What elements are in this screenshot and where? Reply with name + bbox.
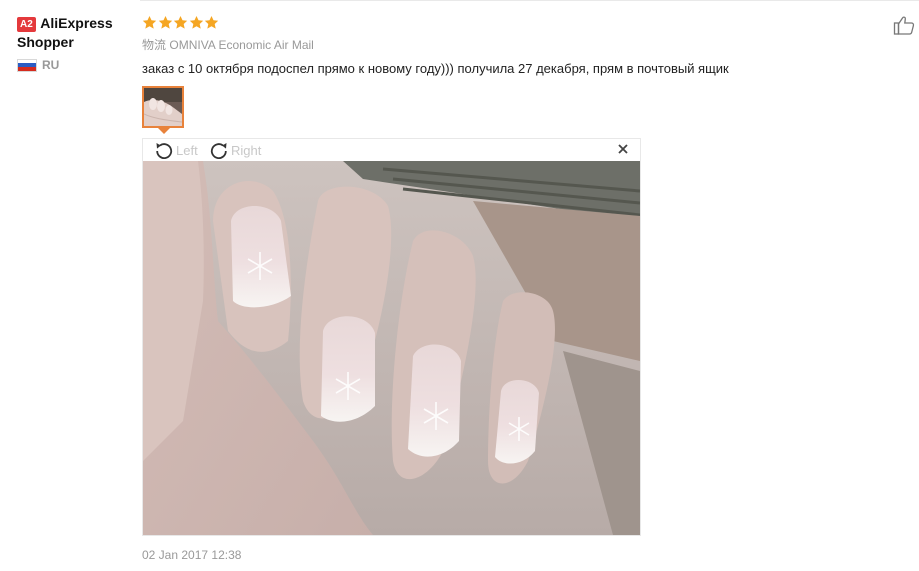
- rotate-left-button[interactable]: Left: [154, 140, 198, 160]
- reviewer-info: A2 AliExpress Shopper RU: [17, 14, 137, 72]
- star-icon: [142, 15, 157, 29]
- close-icon: [618, 144, 628, 154]
- thumbs-up-icon: [893, 16, 915, 35]
- star-icon: [173, 15, 188, 29]
- review-text: заказ с 10 октября подоспел прямо к ново…: [142, 61, 729, 76]
- country-code: RU: [42, 58, 60, 72]
- rotate-left-label: Left: [176, 142, 198, 158]
- rotate-right-icon: [210, 143, 227, 159]
- star-icon: [189, 15, 203, 29]
- rotate-right-button[interactable]: Right: [209, 140, 261, 160]
- review-date: 02 Jan 2017 12:38: [142, 548, 242, 562]
- divider: [140, 0, 919, 1]
- star-rating: [142, 12, 862, 32]
- helpful-button[interactable]: [893, 14, 915, 36]
- photo-thumbnail-wrapper: [142, 86, 184, 134]
- star-icon: [158, 15, 172, 29]
- thumbnail-selected-caret: [158, 128, 170, 134]
- feedback-page: A2 AliExpress Shopper RU 物流 OMNIVA Econo…: [0, 0, 919, 571]
- review-photo: [143, 161, 640, 535]
- buyer-level-badge: A2: [17, 17, 36, 32]
- logistics-info: 物流 OMNIVA Economic Air Mail: [142, 36, 862, 54]
- photo-viewer: Left Right: [142, 138, 641, 536]
- viewer-toolbar: Left Right: [143, 139, 640, 161]
- reviewer-country: RU: [17, 58, 137, 72]
- star-icon: [204, 15, 219, 29]
- photo-thumbnail[interactable]: [142, 86, 184, 128]
- nail-photo-thumb-image: [144, 88, 182, 126]
- logistics-method: OMNIVA Economic Air Mail: [169, 38, 314, 52]
- russia-flag-icon: [17, 58, 37, 72]
- nail-photo-image: [143, 161, 640, 535]
- rotate-right-label: Right: [231, 142, 262, 158]
- logistics-label: 物流: [142, 38, 167, 52]
- rotate-left-icon: [156, 143, 173, 159]
- close-viewer-button[interactable]: [616, 142, 630, 156]
- reviewer-header: A2 AliExpress Shopper: [17, 14, 137, 52]
- review-body: 物流 OMNIVA Economic Air Mail заказ с 10 о…: [142, 12, 862, 134]
